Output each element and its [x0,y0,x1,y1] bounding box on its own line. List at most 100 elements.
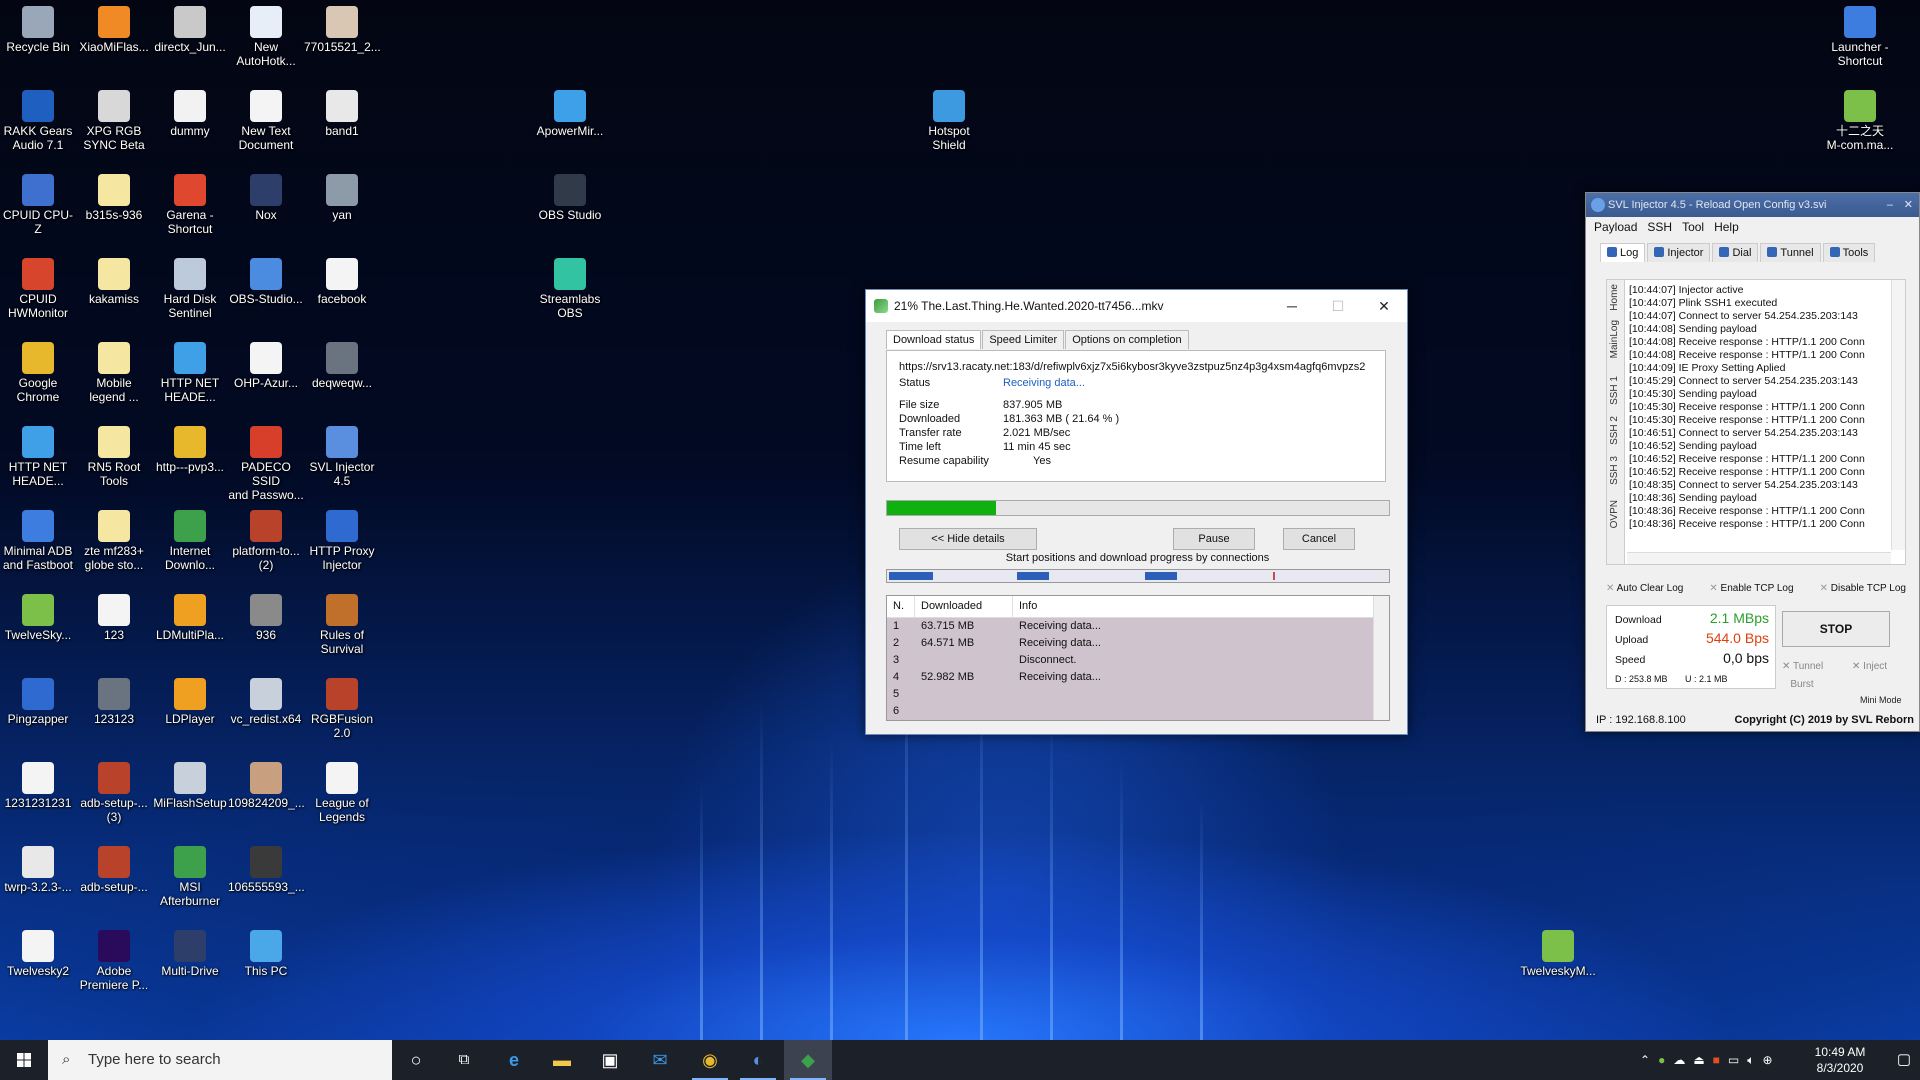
desktop-icon[interactable]: deqweqw... [304,342,380,390]
file-explorer-icon[interactable]: ▬ [538,1040,586,1080]
chevron-up-icon[interactable]: ⌃ [1640,1053,1650,1067]
tab-log[interactable]: Log [1600,243,1646,262]
desktop-icon[interactable]: directx_Jun... [152,6,228,54]
desktop-icon[interactable]: facebook [304,258,380,306]
desktop-icon[interactable]: Hard Disk Sentinel [152,258,228,320]
desktop-icon[interactable]: MiFlashSetup [152,762,228,810]
desktop-icon[interactable]: 106555593_... [228,846,305,894]
svl-injector-taskbar-icon[interactable]: ◐ [734,1040,782,1080]
desktop-icon[interactable]: PADECO SSID and Passwo... [228,426,304,502]
taskbar-clock[interactable]: 10:49 AM 8/3/2020 [1800,1044,1880,1076]
side-tab-ovpn[interactable]: OVPN [1609,500,1623,528]
menu-tool[interactable]: Tool [1682,220,1704,234]
desktop-icon[interactable]: ApowerMir... [532,90,608,138]
desktop-icon[interactable]: 109824209_... [228,762,305,810]
tray-twelvesky-icon[interactable]: ● [1658,1053,1665,1067]
column-header-downloaded[interactable]: Downloaded [915,596,1013,617]
menu-help[interactable]: Help [1714,220,1739,234]
desktop-icon[interactable]: This PC [228,930,304,978]
inject-checkbox[interactable]: ✕ Inject [1852,661,1887,672]
desktop-icon[interactable]: Google Chrome [0,342,76,404]
close-icon[interactable]: ✕ [1904,193,1913,217]
tab-speed-limiter[interactable]: Speed Limiter [982,330,1065,349]
connection-row[interactable]: 5 [887,686,1375,703]
desktop-icon[interactable]: League of Legends [304,762,380,824]
tray-app-icon[interactable]: ■ [1713,1053,1720,1067]
tray-usb-icon[interactable]: ⏏ [1693,1053,1704,1067]
desktop-icon[interactable]: Launcher - Shortcut [1822,6,1898,68]
battery-icon[interactable]: ▭ [1728,1053,1739,1067]
desktop-icon[interactable]: 123 [76,594,152,642]
side-tab-ssh2[interactable]: SSH 2 [1609,416,1623,445]
desktop-icon[interactable]: New Text Document [228,90,304,152]
stop-button[interactable]: STOP [1782,611,1890,647]
connection-row[interactable]: 3 Disconnect. [887,652,1375,669]
desktop-icon[interactable]: OBS Studio [532,174,608,222]
hide-details-button[interactable]: << Hide details [899,528,1037,550]
desktop-icon[interactable]: yan [304,174,380,222]
desktop-icon[interactable]: b315s-936 [76,174,152,222]
desktop-icon[interactable]: Multi-Drive [152,930,228,978]
idm-taskbar-icon[interactable]: ◆ [784,1040,832,1080]
desktop-icon[interactable]: TwelveskyM... [1520,930,1596,978]
desktop-icon[interactable]: TwelveSky... [0,594,76,642]
disable-tcp-log-checkbox[interactable]: Disable TCP Log [1820,583,1906,594]
desktop-icon[interactable]: LDMultiPla... [152,594,228,642]
cortana-icon[interactable]: ○ [392,1040,440,1080]
auto-clear-log-checkbox[interactable]: Auto Clear Log [1606,583,1684,594]
log-vertical-scrollbar[interactable] [1891,280,1905,550]
desktop-icon[interactable]: adb-setup-... (3) [76,762,152,824]
task-view-icon[interactable]: ⧉ [440,1040,488,1080]
connection-row[interactable]: 1 63.715 MB Receiving data... [887,618,1375,635]
desktop-icon[interactable]: OBS-Studio... [228,258,304,306]
cancel-button[interactable]: Cancel [1283,528,1355,550]
chrome-icon[interactable]: ◉ [686,1040,734,1080]
tab-injector[interactable]: Injector [1647,243,1711,262]
side-tab-mainlog[interactable]: MainLog [1609,320,1623,358]
desktop-icon[interactable]: vc_redist.x64 [228,678,304,726]
desktop-icon[interactable]: platform-to... (2) [228,510,304,572]
desktop-icon[interactable]: CPUID CPU-Z [0,174,76,236]
tab-options-on-completion[interactable]: Options on completion [1065,330,1189,349]
desktop-icon[interactable]: Streamlabs OBS [532,258,608,320]
burst-checkbox[interactable]: Burst [1782,679,1813,690]
start-button[interactable] [0,1040,48,1080]
connections-scrollbar[interactable] [1373,596,1389,720]
desktop-icon[interactable]: Twelvesky2 [0,930,76,978]
desktop-icon[interactable]: http---pvp3... [152,426,228,474]
desktop-icon[interactable]: adb-setup-... [76,846,152,894]
desktop-icon[interactable]: dummy [152,90,228,138]
connection-row[interactable]: 2 64.571 MB Receiving data... [887,635,1375,652]
desktop-icon[interactable]: LDPlayer [152,678,228,726]
pause-button[interactable]: Pause [1173,528,1255,550]
notification-icon[interactable]: ▢ [1888,1040,1920,1080]
minimize-icon[interactable]: – [1887,193,1893,217]
side-tab-home[interactable]: Home [1609,284,1623,311]
desktop-icon[interactable]: zte mf283+ globe sto... [76,510,152,572]
desktop-icon[interactable]: XPG RGB SYNC Beta [76,90,152,152]
desktop-icon[interactable]: Nox [228,174,304,222]
desktop-icon[interactable]: HTTP NET HEADE... [152,342,228,404]
desktop-icon[interactable]: XiaoMiFlas... [76,6,152,54]
menu-payload[interactable]: Payload [1594,220,1637,234]
desktop-icon[interactable]: band1 [304,90,380,138]
desktop-icon[interactable]: MSI Afterburner [152,846,228,908]
desktop-icon[interactable]: Garena - Shortcut [152,174,228,236]
desktop-icon[interactable]: RGBFusion 2.0 [304,678,380,740]
desktop-icon[interactable]: Mobile legend ... [76,342,152,404]
desktop-icon[interactable]: 1231231231 [0,762,76,810]
desktop-icon[interactable]: Internet Downlo... [152,510,228,572]
svl-titlebar[interactable]: SVL Injector 4.5 - Reload Open Config v3… [1586,193,1919,217]
enable-tcp-log-checkbox[interactable]: Enable TCP Log [1709,583,1794,594]
column-header-info[interactable]: Info [1013,596,1389,617]
side-tab-ssh1[interactable]: SSH 1 [1609,376,1623,405]
desktop-icon[interactable]: 77015521_2... [304,6,381,54]
desktop-icon[interactable]: New AutoHotk... [228,6,304,68]
tab-tools[interactable]: Tools [1822,243,1876,262]
volume-icon[interactable]: 🔈︎ [1747,1053,1754,1068]
dialog-titlebar[interactable]: 21% The.Last.Thing.He.Wanted.2020-tt7456… [866,290,1407,322]
connection-row[interactable]: 6 [887,703,1375,720]
mini-mode-button[interactable]: Mini Mode [1860,695,1902,705]
mail-icon[interactable]: ✉ [636,1040,684,1080]
log-horizontal-scrollbar[interactable] [1627,552,1891,564]
